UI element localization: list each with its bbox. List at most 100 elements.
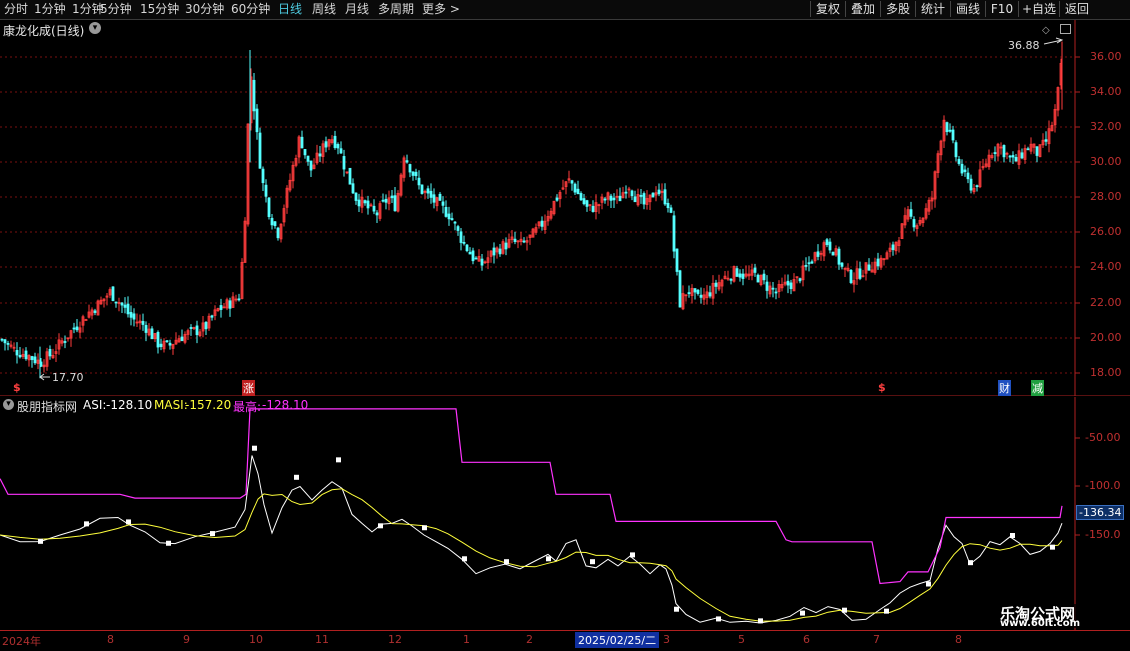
chevron-down-icon[interactable]: ▾ [89, 22, 101, 34]
candle-down [3, 339, 7, 344]
candle-down [123, 304, 127, 308]
candle-down [159, 343, 163, 348]
candle-down [450, 218, 454, 221]
indicator-panel[interactable]: ▾ 股朋指标网 ASI: -128.10 MASI: -157.20 最高: -… [0, 397, 1125, 630]
asi-value: -128.10 [106, 398, 153, 412]
candle-down [582, 198, 586, 205]
candle-down [816, 251, 820, 257]
panel-toggle-icon[interactable] [1060, 24, 1071, 34]
candle-down [1026, 148, 1030, 151]
price-tick: 34.00 [1090, 85, 1122, 98]
reduce-holding-marker[interactable]: 减 [1031, 380, 1044, 396]
period-tab-weekly[interactable]: 周线 [312, 2, 336, 17]
period-tab-more[interactable]: 更多 > [422, 2, 460, 17]
asi-marker [252, 445, 257, 451]
candle-down [498, 248, 502, 255]
candle-down [348, 167, 352, 185]
candle-down [414, 171, 418, 177]
price-tick: 24.00 [1090, 260, 1122, 273]
add-watchlist-button[interactable]: +自选 [1018, 1, 1059, 17]
max-label: 最高: [233, 400, 262, 414]
asi-marker [716, 616, 721, 622]
period-tab-60min[interactable]: 60分钟 [231, 2, 270, 17]
kline-panel[interactable]: 康龙化成(日线) ▾ ◇ 36.88 17.70 36.00 34.00 32.… [0, 20, 1130, 396]
candle-down [150, 328, 154, 340]
masi-label: MASI: [154, 398, 188, 412]
asi-marker [800, 610, 805, 616]
candle-down [420, 184, 424, 194]
restore-rights-button[interactable]: 复权 [810, 1, 845, 17]
candle-down [624, 191, 628, 194]
candle-down [468, 251, 472, 255]
candle-down [357, 199, 361, 207]
candle-down [33, 356, 37, 364]
asi-marker [926, 581, 931, 587]
candle-down [714, 282, 718, 287]
statistics-button[interactable]: 统计 [915, 1, 950, 17]
period-tab-30min[interactable]: 30分钟 [185, 2, 224, 17]
kline-chart[interactable] [0, 20, 1130, 396]
financial-report-marker[interactable]: 财 [998, 380, 1011, 396]
candle-down [663, 189, 667, 205]
period-tab-1min[interactable]: 1分钟 [34, 2, 66, 17]
candle-down [675, 248, 679, 272]
candle-down [618, 195, 622, 202]
asi-marker [504, 559, 509, 565]
candle-down [954, 142, 958, 158]
candle-down [303, 149, 307, 156]
asi-marker [462, 556, 467, 562]
candle-down [141, 321, 145, 325]
indicator-name[interactable]: 股朋指标网 [17, 398, 77, 415]
candle-down [15, 350, 19, 356]
multi-stock-button[interactable]: 多股 [880, 1, 915, 17]
candle-down [807, 262, 811, 265]
candle-down [417, 177, 421, 186]
asi-label: ASI: [83, 398, 107, 412]
candle-down [804, 265, 808, 267]
candle-down [963, 169, 967, 173]
candle-down [180, 336, 184, 342]
diamond-icon[interactable]: ◇ [1042, 25, 1050, 36]
candle-down [771, 287, 775, 290]
candle-down [72, 327, 76, 330]
candle-down [6, 343, 10, 345]
candle-down [969, 178, 973, 191]
candle-down [48, 348, 52, 357]
indicator-tick: -150.0 [1085, 528, 1121, 541]
period-tab-5min[interactable]: 5分钟 [100, 2, 132, 17]
candle-down [573, 183, 577, 193]
asi-chart[interactable] [0, 397, 1130, 630]
candle-down [810, 261, 814, 264]
candle-down [708, 292, 712, 297]
period-tab-daily[interactable]: 日线 [278, 2, 302, 17]
chevron-down-icon[interactable]: ▾ [3, 399, 14, 410]
period-tab-monthly[interactable]: 月线 [345, 2, 369, 17]
overlay-button[interactable]: 叠加 [845, 1, 880, 17]
low-arrow-icon [39, 373, 50, 381]
asi-marker [84, 521, 89, 527]
f10-button[interactable]: F10 [985, 1, 1018, 17]
price-tick: 22.00 [1090, 296, 1122, 309]
asi-marker [422, 525, 427, 531]
candle-down [1002, 145, 1006, 158]
candle-down [309, 160, 313, 171]
candle-down [210, 315, 214, 318]
date-tick: 8 [955, 633, 962, 646]
candle-down [306, 155, 310, 162]
candle-down [1008, 155, 1012, 158]
period-tab-fenshi[interactable]: 分时 [4, 2, 28, 17]
candle-down [837, 248, 841, 265]
back-button[interactable]: 返回 [1059, 1, 1094, 17]
candle-down [639, 194, 643, 197]
period-tab-15min[interactable]: 15分钟 [140, 2, 179, 17]
draw-line-button[interactable]: 画线 [950, 1, 985, 17]
candle-down [459, 231, 463, 243]
limit-up-marker[interactable]: 涨 [242, 380, 255, 396]
candle-down [237, 298, 241, 301]
candle-down [696, 289, 700, 294]
period-tab-multi[interactable]: 多周期 [378, 2, 414, 17]
candle-down [411, 171, 415, 176]
period-tab-1min[interactable]: 1分钟 [72, 2, 104, 17]
dividend-marker[interactable]: $ [878, 381, 886, 394]
dividend-marker[interactable]: $ [13, 381, 21, 394]
